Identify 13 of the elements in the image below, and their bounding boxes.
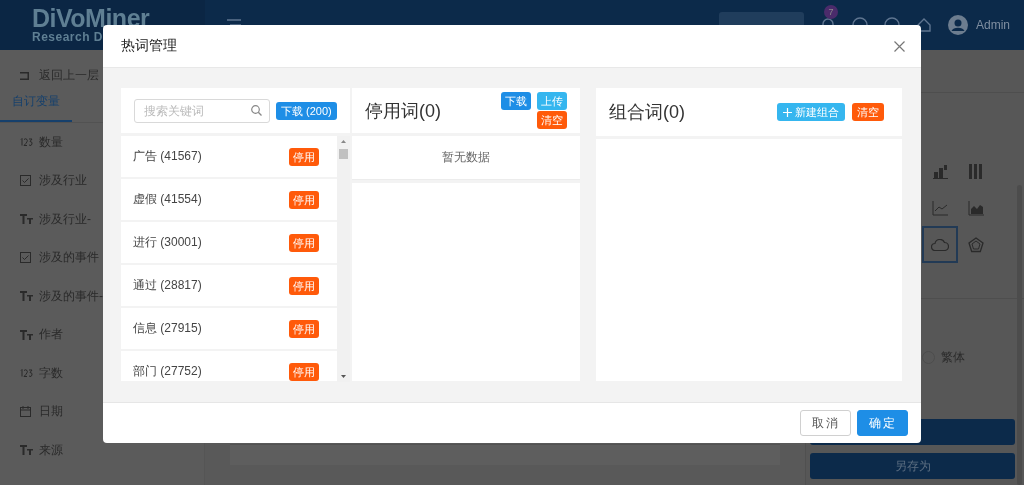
panel-title: 停用词(0) [365,99,441,123]
word-item: 进行 (30001) [133,234,202,251]
word-item: 信息 (27915) [133,320,202,337]
panel-title: 组合词(0) [609,101,685,124]
word-item: 部门 (27752) [133,363,202,380]
word-item: 虚假 (41554) [133,191,202,208]
word-item: 通过 (28817) [133,277,202,294]
logo-tagline: Research D [32,30,105,44]
word-item: 广告 (41567) [133,148,202,165]
notification-badge: 7 [824,5,838,19]
logo-text: DiVoMiner [32,6,151,30]
empty-message: 暂无数据 [442,149,490,166]
dialog-title: 热词管理 [121,37,177,55]
